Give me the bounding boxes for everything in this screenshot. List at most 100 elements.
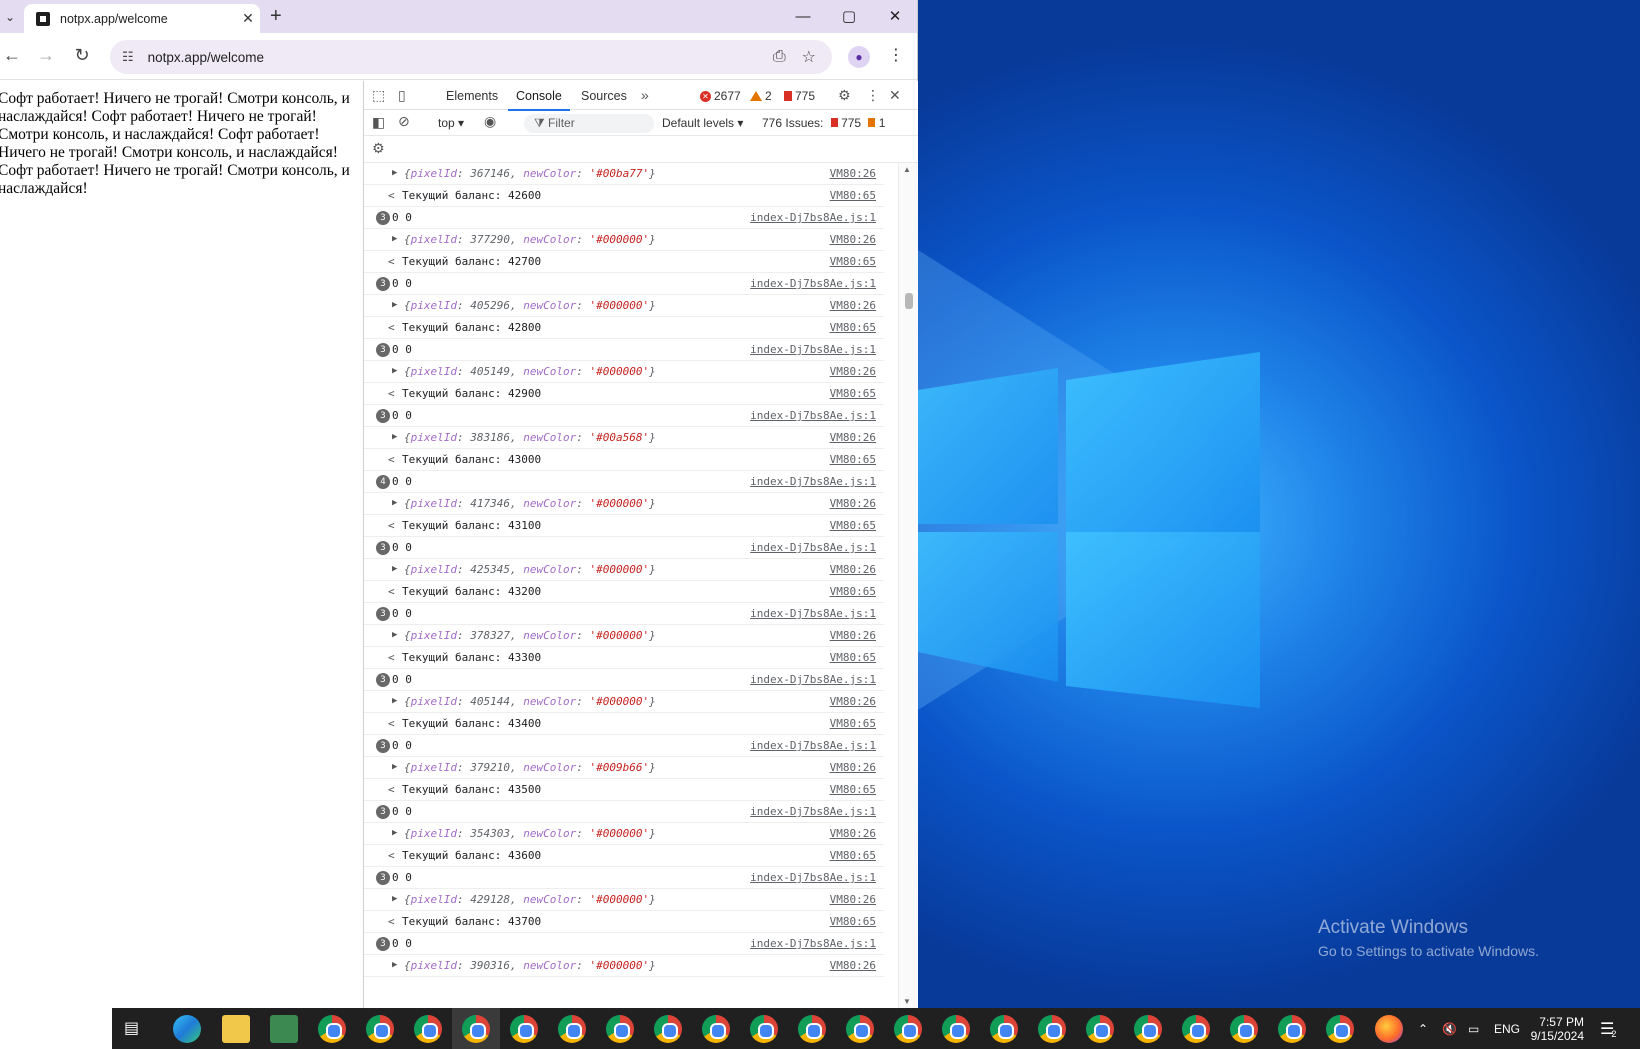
source-link[interactable]: index-Dj7bs8Ae.js:1 [750, 273, 876, 294]
source-link[interactable]: VM80:65 [830, 383, 876, 404]
chrome-icon[interactable] [894, 1015, 922, 1043]
sidebar-toggle-icon[interactable]: ◧ [372, 114, 385, 131]
taskbar-search-area[interactable] [0, 1008, 112, 1049]
devtools-close-icon[interactable]: ✕ [889, 87, 901, 104]
object-preview[interactable]: {pixelId: 390316, newColor: '#000000'} [404, 955, 656, 976]
source-link[interactable]: VM80:26 [830, 955, 876, 976]
source-link[interactable]: VM80:26 [830, 757, 876, 778]
expand-triangle-icon[interactable]: ▶ [392, 889, 397, 910]
object-preview[interactable]: {pixelId: 429128, newColor: '#000000'} [404, 889, 656, 910]
bookmark-star-icon[interactable]: ☆ [802, 47, 816, 67]
expand-triangle-icon[interactable]: ▶ [392, 493, 397, 514]
chrome-icon[interactable] [942, 1015, 970, 1043]
more-tabs-chevron-icon[interactable]: » [641, 87, 649, 103]
chrome-icon[interactable] [702, 1015, 730, 1043]
scrollbar-thumb[interactable] [905, 293, 913, 309]
new-tab-plus-icon[interactable]: + [270, 5, 282, 28]
source-link[interactable]: VM80:65 [830, 515, 876, 536]
install-app-icon[interactable]: ⎙ [773, 48, 786, 66]
source-link[interactable]: VM80:65 [830, 581, 876, 602]
source-link[interactable]: VM80:26 [830, 493, 876, 514]
url-text[interactable]: notpx.app/welcome [148, 50, 773, 65]
expand-triangle-icon[interactable]: ▶ [392, 361, 397, 382]
tab-search-chevron-icon[interactable]: ⌄ [0, 6, 20, 28]
source-link[interactable]: VM80:26 [830, 295, 876, 316]
browser-tab[interactable]: notpx.app/welcome ✕ [24, 4, 260, 33]
source-link[interactable]: VM80:26 [830, 889, 876, 910]
clock[interactable]: 7:57 PM 9/15/2024 [1530, 1008, 1584, 1049]
tab-elements[interactable]: Elements [446, 89, 498, 103]
reload-icon[interactable]: ↻ [70, 45, 94, 66]
address-bar[interactable]: ☷ notpx.app/welcome ⎙ ☆ [110, 40, 832, 74]
forward-arrow-icon[interactable]: → [34, 45, 58, 66]
source-link[interactable]: VM80:65 [830, 779, 876, 800]
source-link[interactable]: index-Dj7bs8Ae.js:1 [750, 207, 876, 228]
source-link[interactable]: index-Dj7bs8Ae.js:1 [750, 669, 876, 690]
expand-triangle-icon[interactable]: ▶ [392, 823, 397, 844]
source-link[interactable]: VM80:65 [830, 251, 876, 272]
expand-triangle-icon[interactable]: ▶ [392, 691, 397, 712]
source-link[interactable]: VM80:65 [830, 449, 876, 470]
chrome-icon[interactable] [318, 1015, 346, 1043]
source-link[interactable]: index-Dj7bs8Ae.js:1 [750, 405, 876, 426]
object-preview[interactable]: {pixelId: 383186, newColor: '#00a568'} [404, 427, 656, 448]
scroll-up-icon[interactable]: ▲ [903, 165, 911, 174]
tab-close-icon[interactable]: ✕ [236, 10, 260, 27]
expand-triangle-icon[interactable]: ▶ [392, 295, 397, 316]
chrome-icon[interactable] [798, 1015, 826, 1043]
expand-triangle-icon[interactable]: ▶ [392, 559, 397, 580]
console-settings-gear-icon[interactable]: ⚙ [372, 140, 385, 157]
edge-icon[interactable] [173, 1015, 201, 1043]
scroll-down-icon[interactable]: ▼ [903, 997, 911, 1006]
issues-summary[interactable]: 776 Issues: 775 1 [762, 116, 885, 130]
chrome-icon[interactable] [510, 1015, 538, 1043]
expand-triangle-icon[interactable]: ▶ [392, 163, 397, 184]
browser-menu-icon[interactable]: ⋮ [888, 45, 904, 65]
chrome-icon[interactable] [1038, 1015, 1066, 1043]
chrome-icon[interactable] [1278, 1015, 1306, 1043]
chrome-icon[interactable] [606, 1015, 634, 1043]
source-link[interactable]: index-Dj7bs8Ae.js:1 [750, 801, 876, 822]
object-preview[interactable]: {pixelId: 377290, newColor: '#000000'} [404, 229, 656, 250]
source-link[interactable]: VM80:65 [830, 845, 876, 866]
tab-console[interactable]: Console [508, 89, 570, 111]
source-link[interactable]: VM80:65 [830, 317, 876, 338]
chrome-icon[interactable] [558, 1015, 586, 1043]
source-link[interactable]: index-Dj7bs8Ae.js:1 [750, 867, 876, 888]
chrome-icon[interactable] [1182, 1015, 1210, 1043]
source-link[interactable]: VM80:65 [830, 911, 876, 932]
chrome-icon[interactable] [366, 1015, 394, 1043]
source-link[interactable]: index-Dj7bs8Ae.js:1 [750, 603, 876, 624]
source-link[interactable]: VM80:26 [830, 625, 876, 646]
source-link[interactable]: index-Dj7bs8Ae.js:1 [750, 471, 876, 492]
source-link[interactable]: VM80:26 [830, 229, 876, 250]
expand-triangle-icon[interactable]: ▶ [392, 625, 397, 646]
object-preview[interactable]: {pixelId: 379210, newColor: '#009b66'} [404, 757, 656, 778]
tab-sources[interactable]: Sources [581, 89, 627, 103]
source-link[interactable]: VM80:26 [830, 361, 876, 382]
object-preview[interactable]: {pixelId: 367146, newColor: '#00ba77'} [404, 163, 656, 184]
source-link[interactable]: VM80:26 [830, 163, 876, 184]
chrome-icon[interactable] [750, 1015, 778, 1043]
devtools-settings-icon[interactable]: ⚙ [838, 87, 851, 104]
language-indicator[interactable]: ENG [1494, 1008, 1520, 1049]
maximize-icon[interactable]: ▢ [826, 3, 872, 29]
clear-console-icon[interactable]: ⊘ [398, 113, 410, 130]
chrome-icon[interactable] [1326, 1015, 1354, 1043]
volume-muted-icon[interactable]: 🔇 [1442, 1008, 1457, 1049]
console-scrollbar[interactable]: ▲ ▼ [898, 163, 918, 1008]
source-link[interactable]: index-Dj7bs8Ae.js:1 [750, 933, 876, 954]
device-toolbar-icon[interactable]: ▯ [398, 87, 406, 104]
chrome-icon[interactable] [1134, 1015, 1162, 1043]
expand-triangle-icon[interactable]: ▶ [392, 229, 397, 250]
chrome-icon[interactable] [990, 1015, 1018, 1043]
source-link[interactable]: VM80:26 [830, 823, 876, 844]
task-view-icon[interactable]: ▤ [124, 1018, 139, 1038]
live-expression-eye-icon[interactable]: ◉ [484, 113, 496, 130]
tray-expand-icon[interactable]: ⌃ [1418, 1008, 1428, 1049]
object-preview[interactable]: {pixelId: 425345, newColor: '#000000'} [404, 559, 656, 580]
chrome-icon[interactable] [1230, 1015, 1258, 1043]
issues-count-badge[interactable]: 775 [784, 89, 815, 103]
object-preview[interactable]: {pixelId: 417346, newColor: '#000000'} [404, 493, 656, 514]
source-link[interactable]: index-Dj7bs8Ae.js:1 [750, 339, 876, 360]
